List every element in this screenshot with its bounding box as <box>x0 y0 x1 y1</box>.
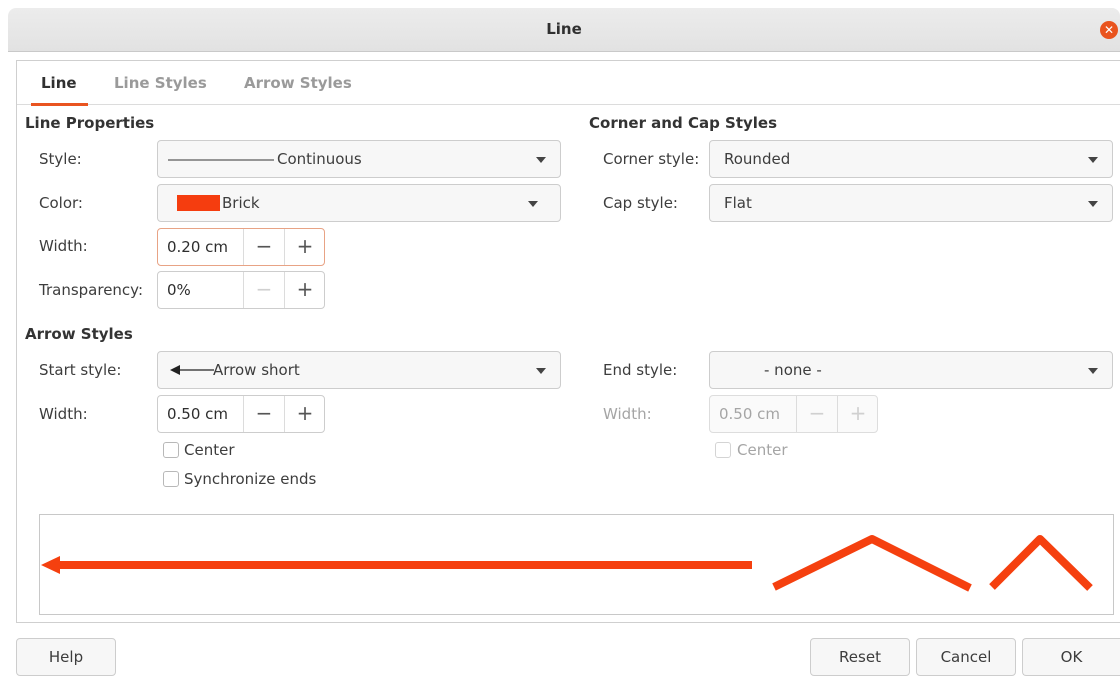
title-bar: Line ✕ <box>8 8 1120 52</box>
chevron-down-icon <box>1088 157 1098 163</box>
width-label: Width: <box>39 237 88 255</box>
transparency-value[interactable]: 0% <box>167 281 191 299</box>
end-style-value: - none - <box>764 361 822 379</box>
chevron-down-icon <box>536 157 546 163</box>
start-width-value[interactable]: 0.50 cm <box>167 405 228 423</box>
color-swatch-icon <box>177 195 220 211</box>
start-width-label: Width: <box>39 405 88 423</box>
end-style-label: End style: <box>603 361 678 379</box>
plus-icon[interactable]: + <box>284 272 325 308</box>
start-style-dropdown[interactable]: Arrow short <box>157 351 561 389</box>
arrow-left-icon <box>170 365 214 375</box>
tab-line-styles[interactable]: Line Styles <box>114 61 207 105</box>
arrow-styles-heading: Arrow Styles <box>25 325 133 343</box>
cap-style-value: Flat <box>724 194 752 212</box>
cancel-button[interactable]: Cancel <box>916 638 1016 676</box>
style-value: Continuous <box>277 150 362 168</box>
start-width-spinner[interactable]: 0.50 cm − + <box>157 395 325 433</box>
transparency-label: Transparency: <box>39 281 144 299</box>
end-style-dropdown[interactable]: - none - <box>709 351 1113 389</box>
chevron-down-icon <box>1088 201 1098 207</box>
line-preview <box>39 514 1114 615</box>
reset-button[interactable]: Reset <box>810 638 910 676</box>
minus-icon[interactable]: − <box>243 272 284 308</box>
line-width-spinner[interactable]: 0.20 cm − + <box>157 228 325 266</box>
corner-style-label: Corner style: <box>603 150 700 168</box>
plus-icon[interactable]: + <box>284 396 325 432</box>
preview-drawing <box>41 535 1093 592</box>
line-width-value[interactable]: 0.20 cm <box>167 238 228 256</box>
color-label: Color: <box>39 194 83 212</box>
help-button[interactable]: Help <box>16 638 116 676</box>
tab-arrow-styles[interactable]: Arrow Styles <box>244 61 352 105</box>
color-dropdown[interactable]: Brick <box>157 184 561 222</box>
corner-style-value: Rounded <box>724 150 791 168</box>
synchronize-ends-checkbox[interactable] <box>163 471 179 487</box>
cap-style-label: Cap style: <box>603 194 678 212</box>
line-properties-heading: Line Properties <box>25 114 155 132</box>
continuous-line-icon <box>168 159 274 161</box>
close-icon[interactable]: ✕ <box>1100 21 1118 39</box>
cap-style-dropdown[interactable]: Flat <box>709 184 1113 222</box>
end-width-value: 0.50 cm <box>719 405 781 423</box>
corner-cap-heading: Corner and Cap Styles <box>589 114 778 132</box>
transparency-spinner[interactable]: 0% − + <box>157 271 325 309</box>
start-style-value: Arrow short <box>213 361 300 379</box>
style-label: Style: <box>39 150 82 168</box>
minus-icon[interactable]: − <box>243 229 284 265</box>
tab-line[interactable]: Line <box>31 61 87 106</box>
preview-wide-corner <box>772 535 972 592</box>
dialog-title: Line <box>546 20 582 38</box>
synchronize-ends-label[interactable]: Synchronize ends <box>184 470 316 488</box>
minus-icon[interactable]: − <box>243 396 284 432</box>
dialog-content: Line Line Styles Arrow Styles Line Prope… <box>16 60 1120 623</box>
plus-icon[interactable]: + <box>284 229 325 265</box>
chevron-down-icon <box>528 201 538 207</box>
end-center-label: Center <box>737 441 788 459</box>
end-width-spinner: 0.50 cm − + <box>709 395 878 433</box>
chevron-down-icon <box>536 368 546 374</box>
end-width-label: Width: <box>603 405 652 423</box>
chevron-down-icon <box>1088 368 1098 374</box>
color-value: Brick <box>222 194 260 212</box>
center-label[interactable]: Center <box>184 441 235 459</box>
minus-icon: − <box>796 396 837 432</box>
tab-bar: Line Line Styles Arrow Styles <box>17 61 1120 106</box>
end-center-checkbox <box>715 442 731 458</box>
start-style-label: Start style: <box>39 361 122 379</box>
ok-button[interactable]: OK <box>1022 638 1120 676</box>
style-dropdown[interactable]: Continuous <box>157 140 561 178</box>
plus-icon: + <box>837 396 878 432</box>
preview-narrow-corner <box>989 535 1093 591</box>
corner-style-dropdown[interactable]: Rounded <box>709 140 1113 178</box>
center-checkbox[interactable] <box>163 442 179 458</box>
